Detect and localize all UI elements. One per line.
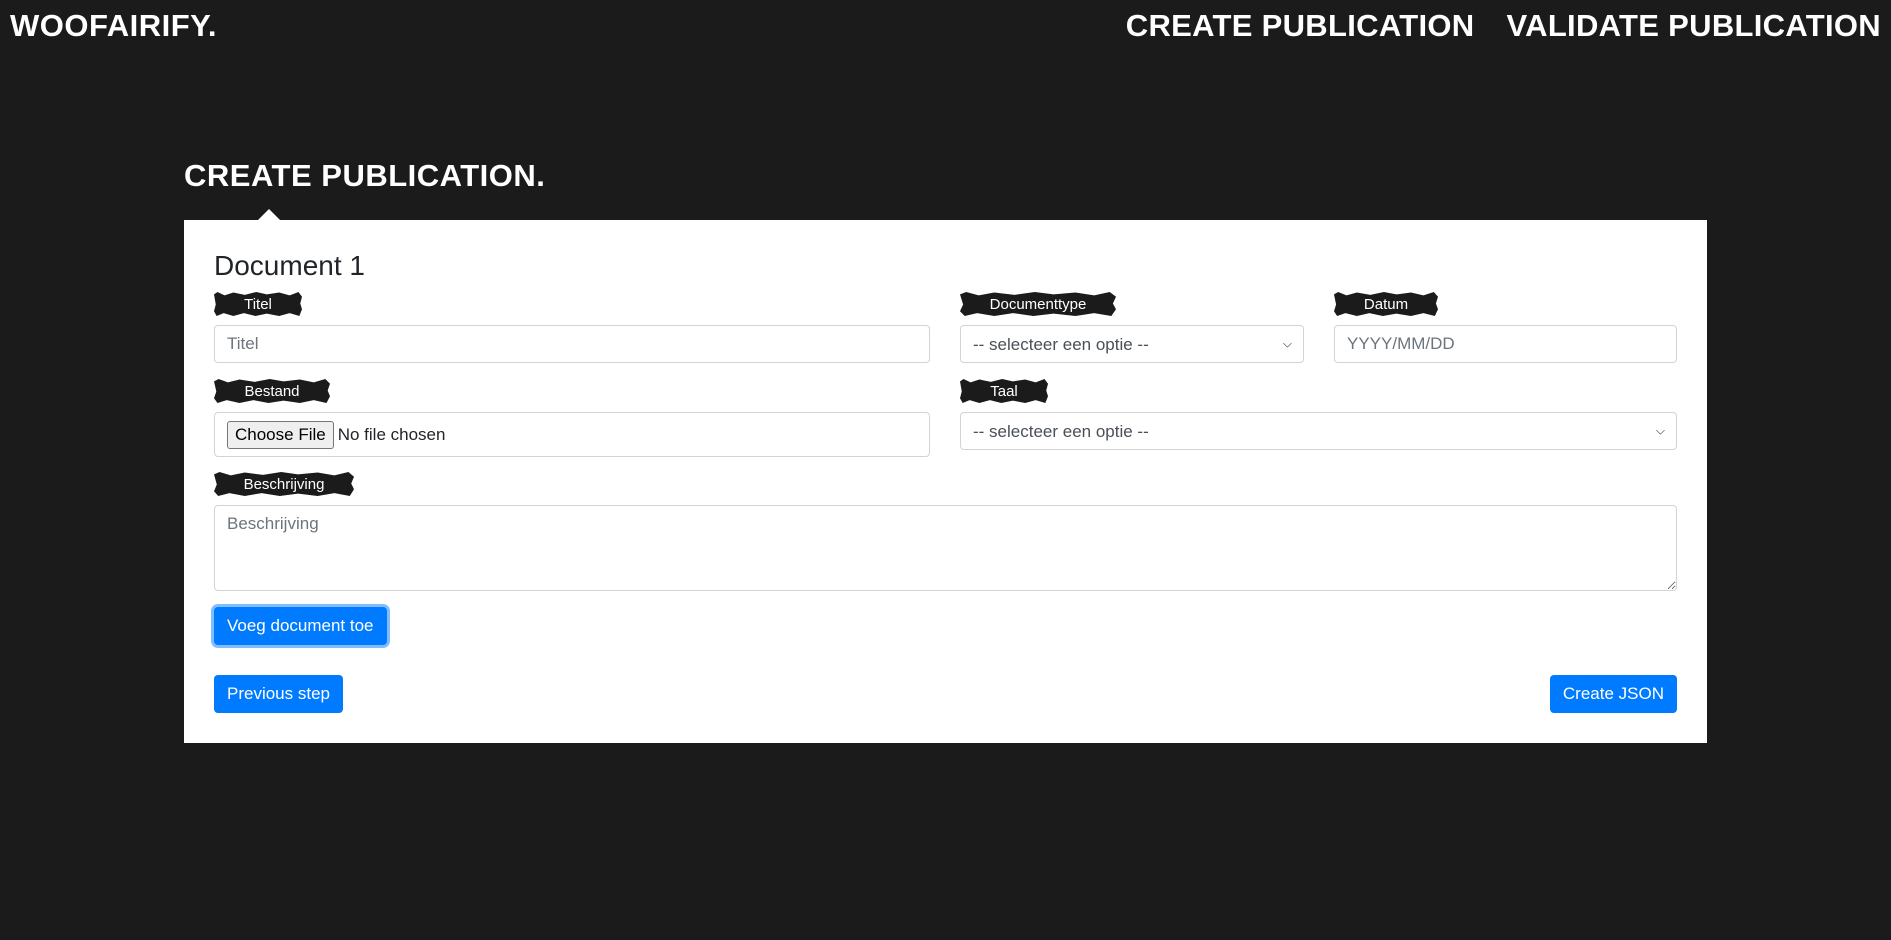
taal-select[interactable]: -- selecteer een optie --	[960, 412, 1677, 450]
brand-logo[interactable]: WOOFAIRIFY.	[10, 8, 217, 44]
file-status-text: No file chosen	[337, 424, 446, 444]
titel-input[interactable]	[214, 325, 930, 363]
datum-label: Datum	[1334, 292, 1438, 316]
choose-file-button[interactable]: Choose File	[227, 420, 334, 449]
document-heading: Document 1	[214, 250, 365, 281]
create-json-button[interactable]: Create JSON	[1549, 675, 1677, 713]
documenttype-select-wrap: -- selecteer een optie -- ⌵	[960, 325, 1304, 363]
nav-create-publication[interactable]: CREATE PUBLICATION	[1126, 8, 1475, 44]
page-title: CREATE PUBLICATION.	[184, 158, 546, 193]
nav-validate-publication[interactable]: VALIDATE PUBLICATION	[1506, 8, 1881, 44]
add-document-button[interactable]: Voeg document toe	[214, 607, 387, 645]
datum-input[interactable]	[1334, 325, 1677, 363]
bestand-label: Bestand	[214, 379, 330, 403]
card-pointer	[258, 209, 280, 220]
top-navbar: WOOFAIRIFY. CREATE PUBLICATION VALIDATE …	[0, 0, 1891, 60]
bestand-file-input[interactable]: Choose File No file chosen	[214, 412, 930, 457]
publication-form-card: Document 1 Titel Documenttype -- selecte…	[184, 220, 1707, 743]
beschrijving-label: Beschrijving	[214, 472, 354, 496]
taal-label: Taal	[960, 379, 1048, 403]
titel-label: Titel	[214, 292, 302, 316]
beschrijving-textarea[interactable]	[214, 505, 1677, 591]
documenttype-select[interactable]: -- selecteer een optie --	[960, 325, 1304, 363]
taal-select-wrap: -- selecteer een optie -- ⌵	[960, 412, 1677, 450]
previous-step-button[interactable]: Previous step	[214, 675, 343, 713]
main-nav: CREATE PUBLICATION VALIDATE PUBLICATION	[1126, 8, 1881, 44]
documenttype-label: Documenttype	[960, 292, 1116, 316]
